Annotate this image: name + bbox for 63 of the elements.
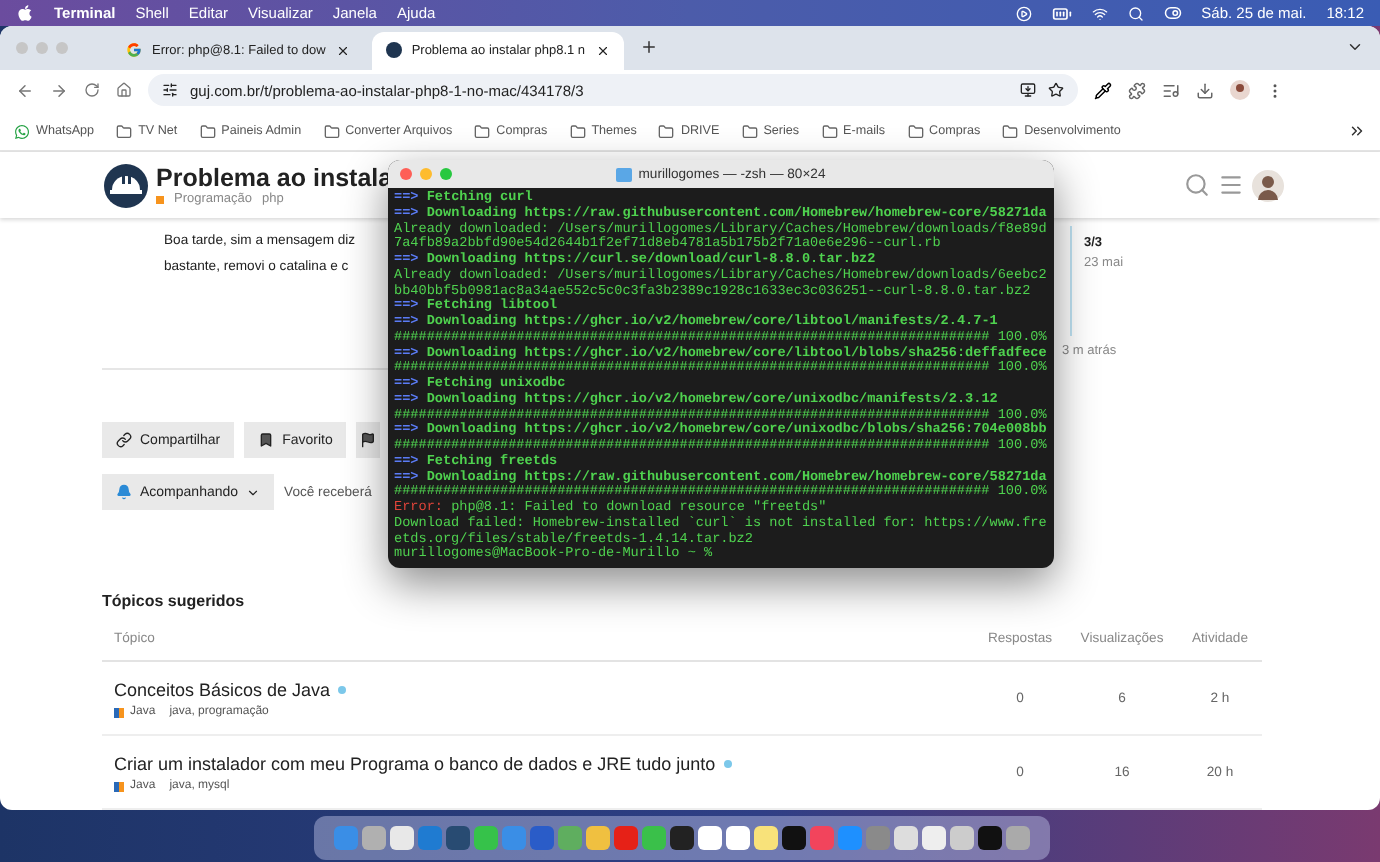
topic-link[interactable]: Criar um instalador com meu Programa o banco de dados e JRE tudo junto (114, 754, 732, 775)
google-icon (126, 42, 142, 59)
search-icon[interactable] (1127, 5, 1144, 21)
toggle-icon[interactable] (1163, 4, 1182, 22)
sliders-icon[interactable] (162, 82, 178, 99)
app-icon[interactable] (446, 826, 470, 850)
bell-icon (116, 484, 132, 501)
puzzle-icon[interactable] (1128, 81, 1146, 100)
back-icon[interactable] (16, 81, 34, 100)
star-icon[interactable] (1048, 82, 1064, 99)
search-icon[interactable] (1184, 172, 1210, 199)
folder-icon (821, 123, 838, 140)
avatar[interactable] (1252, 169, 1284, 202)
bookmark-icon (258, 432, 275, 449)
forward-icon[interactable] (50, 81, 68, 100)
app-icon[interactable] (586, 826, 610, 850)
logo-icon (104, 163, 148, 208)
site-icon (385, 42, 402, 59)
whatsapp-icon (14, 123, 30, 140)
flag-button[interactable] (356, 422, 381, 459)
category-icon (114, 781, 124, 792)
new-tab-icon[interactable] (639, 37, 658, 56)
window-close-button[interactable] (400, 168, 412, 180)
close-icon[interactable] (595, 43, 610, 58)
install-icon[interactable] (1020, 82, 1036, 99)
app-icon[interactable] (726, 826, 750, 850)
app-icon[interactable] (782, 826, 806, 850)
wifi-icon[interactable] (1091, 5, 1108, 21)
download-icon[interactable] (1196, 81, 1214, 100)
folder-icon (323, 123, 340, 140)
app-icon[interactable] (698, 826, 722, 850)
app-icon[interactable] (978, 826, 1002, 850)
folder-icon (474, 123, 491, 140)
section-heading: Tópicos sugeridos (102, 592, 247, 611)
folder-icon (616, 167, 633, 181)
chevrons-right-icon[interactable] (1348, 122, 1366, 141)
app-icon[interactable] (390, 826, 414, 850)
avatar[interactable] (1230, 80, 1250, 101)
media-icon[interactable] (1162, 81, 1180, 100)
app-icon[interactable] (922, 826, 946, 850)
folder-icon (199, 123, 216, 140)
reload-icon[interactable] (84, 82, 100, 99)
app-icon[interactable] (754, 826, 778, 850)
folder-icon (1002, 123, 1019, 140)
folder-icon (116, 123, 133, 140)
category-icon (114, 707, 124, 718)
home-icon[interactable] (116, 82, 132, 99)
link-icon (116, 432, 132, 449)
eyedropper-icon[interactable] (1094, 81, 1112, 100)
play-icon[interactable] (1015, 5, 1032, 21)
app-icon[interactable] (670, 826, 694, 850)
flag-icon (360, 432, 377, 449)
folder-icon (741, 123, 758, 140)
topic-link[interactable]: Conceitos Básicos de Java (114, 680, 347, 701)
folder-icon (658, 123, 675, 140)
app-icon[interactable] (950, 826, 974, 850)
apple-icon[interactable] (16, 4, 34, 22)
app-icon[interactable] (894, 826, 918, 850)
battery-icon[interactable] (1051, 3, 1072, 23)
close-icon[interactable] (335, 43, 350, 58)
folder-icon (569, 123, 586, 140)
caret-icon (246, 485, 261, 500)
folder-icon (907, 123, 924, 140)
